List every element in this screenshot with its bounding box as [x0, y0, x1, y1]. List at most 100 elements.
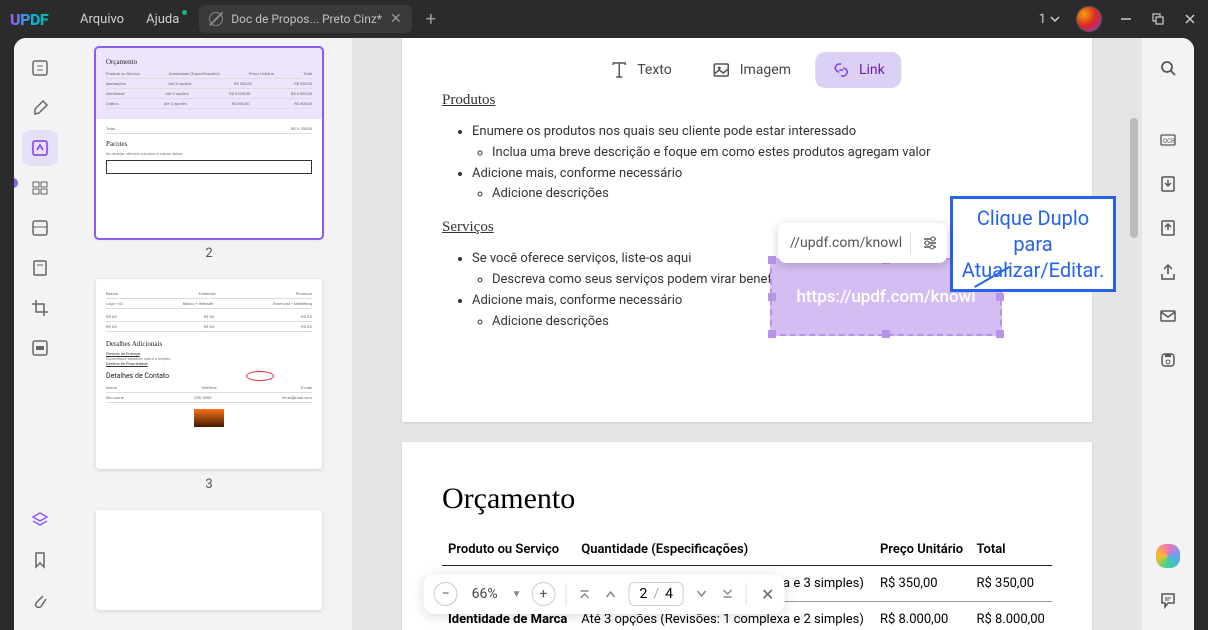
- app-logo: UPDF: [10, 10, 60, 29]
- thumbnail-4[interactable]: [96, 510, 322, 610]
- main-menu: Arquivo Ajuda: [80, 12, 179, 27]
- thumb-page-number: 2: [96, 246, 322, 261]
- document-viewer[interactable]: Texto Imagem Link Produtos Enumere os pr…: [352, 38, 1142, 630]
- ocr-export-tool[interactable]: OCR: [1150, 122, 1186, 158]
- bullet-item: Enumere os produtos nos quais seu client…: [472, 122, 1052, 164]
- bookmark-tool[interactable]: [22, 542, 58, 578]
- resize-handle[interactable]: [996, 293, 1004, 301]
- thumb-page-number: 3: [96, 477, 322, 492]
- table-header: Quantidade (Especificações): [575, 534, 874, 566]
- close-bar-button[interactable]: ✕: [761, 585, 774, 604]
- export-tool[interactable]: [1150, 210, 1186, 246]
- thumb-heading: Orçamento: [106, 58, 312, 66]
- link-settings-button[interactable]: [919, 232, 941, 254]
- comment-tool[interactable]: [1150, 582, 1186, 618]
- page-separator: /: [653, 586, 659, 602]
- separator: [746, 583, 747, 605]
- thumb-heading: Detalhes de Contato: [106, 372, 312, 380]
- edit-link-button[interactable]: Link: [815, 52, 901, 88]
- edit-tool[interactable]: [22, 130, 58, 166]
- form-tool[interactable]: [22, 210, 58, 246]
- image-icon: [712, 60, 732, 80]
- workspace-selector[interactable]: 1: [1039, 12, 1060, 27]
- zoom-in-button[interactable]: +: [531, 582, 555, 606]
- ocr-tool[interactable]: [22, 250, 58, 286]
- email-tool[interactable]: [1150, 298, 1186, 334]
- thumb-heading: Pacotes: [106, 140, 312, 148]
- edit-link-label: Link: [859, 62, 885, 78]
- document-tab[interactable]: Doc de Propos... Preto Cinz* ✕: [199, 5, 411, 33]
- tab-title: Doc de Propos... Preto Cinz*: [231, 12, 382, 26]
- document-icon: [209, 12, 223, 26]
- zoom-out-button[interactable]: −: [434, 582, 458, 606]
- link-url-text: https://updf.com/knowl: [796, 287, 975, 307]
- menu-help[interactable]: Ajuda: [146, 12, 179, 27]
- maximize-button[interactable]: [1150, 11, 1166, 27]
- edit-text-label: Texto: [637, 62, 671, 78]
- menu-help-label: Ajuda: [146, 12, 179, 27]
- link-url-popup: [778, 223, 947, 263]
- ai-icon: [1156, 544, 1180, 568]
- zoom-dropdown[interactable]: ▼: [512, 589, 522, 600]
- resize-handle[interactable]: [768, 256, 776, 264]
- budget-title: Orçamento: [442, 482, 1052, 516]
- thumbnail-2[interactable]: Orçamento Produto ou ServiçoQuantidade (…: [96, 48, 322, 261]
- annotate-tool[interactable]: [22, 90, 58, 126]
- last-page-button[interactable]: [720, 586, 736, 602]
- workspace-number: 1: [1039, 12, 1046, 27]
- crop-tool[interactable]: [22, 290, 58, 326]
- resize-handle[interactable]: [882, 330, 890, 338]
- save-tool[interactable]: [1150, 342, 1186, 378]
- redact-tool[interactable]: [22, 330, 58, 366]
- reader-tool[interactable]: [22, 50, 58, 86]
- first-page-button[interactable]: [576, 586, 592, 602]
- separator: [565, 583, 566, 605]
- vertical-scrollbar[interactable]: [1130, 118, 1138, 238]
- active-indicator-icon: [14, 178, 18, 188]
- search-tool[interactable]: [1150, 50, 1186, 86]
- thumbnails-panel: Orçamento Produto ou ServiçoQuantidade (…: [66, 38, 352, 630]
- titlebar: UPDF Arquivo Ajuda Doc de Propos... Pret…: [0, 0, 1208, 38]
- share-tool[interactable]: [1150, 254, 1186, 290]
- convert-tool[interactable]: [1150, 166, 1186, 202]
- resize-handle[interactable]: [768, 293, 776, 301]
- tab-close-button[interactable]: ✕: [390, 11, 402, 27]
- main-workspace: Orçamento Produto ou ServiçoQuantidade (…: [14, 38, 1194, 630]
- thumb-heading: Detalhes Adicionais: [106, 340, 312, 348]
- user-avatar[interactable]: [1076, 6, 1102, 32]
- edit-image-button[interactable]: Imagem: [696, 52, 807, 88]
- table-header: Total: [970, 534, 1052, 566]
- table-header: Produto ou Serviço: [442, 534, 575, 566]
- close-button[interactable]: [1182, 11, 1198, 27]
- link-url-input[interactable]: [790, 235, 902, 251]
- menu-file[interactable]: Arquivo: [80, 12, 124, 27]
- table-header: Preço Unitário: [874, 534, 971, 566]
- edit-text-button[interactable]: Texto: [593, 52, 687, 88]
- prev-page-button[interactable]: [602, 586, 618, 602]
- chevron-down-icon: [1050, 16, 1060, 22]
- pages-tool[interactable]: [22, 170, 58, 206]
- callout-line2: Atualizar/Editar.: [959, 257, 1107, 283]
- edit-toolbar: Texto Imagem Link: [593, 52, 901, 88]
- zoom-navigation-bar: − 66% ▼ + 2 / 4 ✕: [424, 574, 785, 614]
- new-tab-button[interactable]: +: [426, 9, 436, 30]
- tooltip-callout: Clique Duplo para Atualizar/Editar.: [950, 196, 1116, 292]
- page-indicator[interactable]: 2 / 4: [628, 582, 684, 606]
- current-page: 2: [639, 586, 647, 602]
- layers-tool[interactable]: [22, 502, 58, 538]
- edit-image-label: Imagem: [740, 62, 791, 78]
- callout-line1: Clique Duplo para: [959, 205, 1107, 257]
- minimize-button[interactable]: [1118, 11, 1134, 27]
- attachment-tool[interactable]: [22, 582, 58, 618]
- thumbnail-3[interactable]: BásicoEssencialPremium Logo + IDBásico +…: [96, 279, 322, 492]
- section-heading: Produtos: [442, 88, 1052, 112]
- resize-handle[interactable]: [996, 330, 1004, 338]
- zoom-value: 66%: [468, 586, 502, 602]
- ai-tool[interactable]: [1150, 538, 1186, 574]
- text-icon: [609, 60, 629, 80]
- total-pages: 4: [665, 586, 673, 602]
- resize-handle[interactable]: [768, 330, 776, 338]
- separator: [910, 232, 911, 254]
- notification-dot-icon: [182, 10, 187, 15]
- next-page-button[interactable]: [694, 586, 710, 602]
